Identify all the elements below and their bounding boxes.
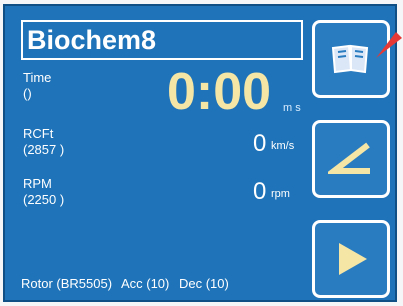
rcf-label: RCFt <box>23 126 54 141</box>
pointer-arrow-icon <box>376 32 402 58</box>
rotor-info: Rotor (BR5505) <box>21 276 113 291</box>
status-bar: Rotor (BR5505) Acc (10) Dec (10) <box>21 276 235 291</box>
rpm-setpoint: (2250 ) <box>23 192 65 207</box>
rpm-unit: rpm <box>271 188 290 200</box>
time-value: 0:00 <box>167 63 272 121</box>
start-button[interactable] <box>312 220 390 298</box>
book-icon <box>331 44 369 74</box>
time-unit: m s <box>283 102 301 114</box>
rcf-value: 0 <box>253 130 267 157</box>
rpm-value: 0 <box>253 178 267 205</box>
program-name[interactable]: Biochem8 <box>21 20 303 60</box>
rcf-setpoint: (2857 ) <box>23 142 65 157</box>
time-label: Time <box>23 70 52 85</box>
time-setpoint: () <box>23 86 32 101</box>
edit-angle-button[interactable] <box>312 120 390 198</box>
rpm-label: RPM <box>23 176 52 191</box>
acc-info: Acc (10) <box>120 276 170 291</box>
rcf-unit: km/s <box>271 140 295 152</box>
dec-info: Dec (10) <box>178 276 229 291</box>
play-icon <box>339 243 367 275</box>
angle-edit-icon <box>328 142 370 174</box>
centrifuge-screen: Biochem8 Time () 0:00 m s RCFt (2857 ) 0… <box>3 4 397 302</box>
